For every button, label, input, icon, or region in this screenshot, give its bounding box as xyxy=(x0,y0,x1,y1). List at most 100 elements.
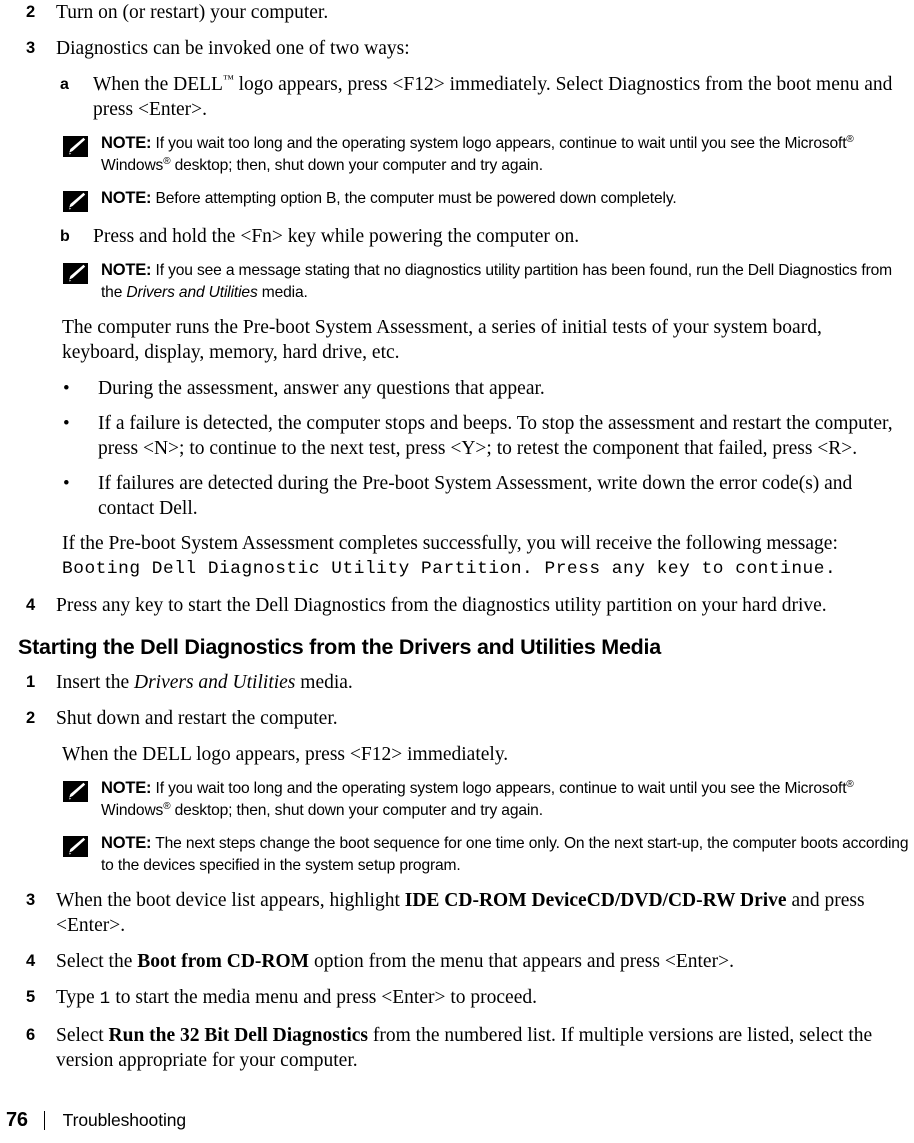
note-text: NOTE: The next steps change the boot seq… xyxy=(101,833,914,876)
list-item: 6 Select Run the 32 Bit Dell Diagnostics… xyxy=(0,1023,914,1073)
trademark-symbol: ™ xyxy=(222,73,234,86)
step-mono-value: 1 xyxy=(99,989,111,1009)
registered-symbol: ® xyxy=(846,778,854,790)
list-item: b Press and hold the <Fn> key while powe… xyxy=(0,224,914,249)
substep-text: When the DELL™ logo appears, press <F12>… xyxy=(93,72,914,122)
list-item: 4 Select the Boot from CD-ROM option fro… xyxy=(0,949,914,974)
note-callout: NOTE: If you wait too long and the opera… xyxy=(0,778,914,821)
step-text: Select Run the 32 Bit Dell Diagnostics f… xyxy=(56,1023,914,1073)
paragraph-assessment: The computer runs the Pre-boot System As… xyxy=(62,317,822,363)
substep-text-part1: When the DELL xyxy=(93,74,223,95)
document-page: 2 Turn on (or restart) your computer. 3 … xyxy=(0,0,914,1143)
step-text: Insert the Drivers and Utilities media. xyxy=(56,670,914,695)
note-label: NOTE: xyxy=(101,261,152,279)
step-bold-term: IDE CD-ROM DeviceCD/DVD/CD-RW Drive xyxy=(404,890,787,911)
pencil-note-icon xyxy=(63,263,88,284)
list-item: 2 Shut down and restart the computer. xyxy=(0,706,914,731)
page-footer: 76 Troubleshooting xyxy=(0,1097,914,1143)
step-number: 2 xyxy=(26,3,35,21)
note-text-part3: desktop; then, shut down your computer a… xyxy=(170,801,543,819)
substep-text: Press and hold the <Fn> key while poweri… xyxy=(93,226,580,247)
paragraph-dell-logo: When the DELL logo appears, press <F12> … xyxy=(62,744,509,765)
bullet-glyph: • xyxy=(63,378,70,399)
pencil-note-icon xyxy=(63,836,88,857)
pencil-note-icon xyxy=(63,136,88,157)
note-text-part1: If you wait too long and the operating s… xyxy=(151,135,847,152)
paragraph-success: If the Pre-boot System Assessment comple… xyxy=(62,531,914,582)
step-text-part1: Select xyxy=(56,1025,109,1046)
note-text: NOTE: If you wait too long and the opera… xyxy=(101,778,914,821)
note-callout: NOTE: Before attempting option B, the co… xyxy=(0,188,914,212)
step-bold-term: Run the 32 Bit Dell Diagnostics xyxy=(108,1025,369,1046)
list-item: 3 Diagnostics can be invoked one of two … xyxy=(0,36,914,61)
step-text-part1: Type xyxy=(56,987,100,1008)
footer-section-title: Troubleshooting xyxy=(62,1109,187,1130)
step-italic-title: Drivers and Utilities xyxy=(133,672,296,693)
bullet-text: During the assessment, answer any questi… xyxy=(98,378,545,399)
note-italic-title: Drivers and Utilities xyxy=(126,283,258,301)
note-label: NOTE: xyxy=(101,834,152,852)
step-text-part1: When the boot device list appears, highl… xyxy=(56,890,405,911)
pencil-note-icon xyxy=(63,781,88,802)
note-label: NOTE: xyxy=(101,189,152,207)
substep-letter: b xyxy=(60,228,70,245)
list-item: • During the assessment, answer any ques… xyxy=(0,376,914,401)
step-text-part2: to start the media menu and press <Enter… xyxy=(110,987,537,1008)
note-text-part2: media. xyxy=(257,283,308,301)
footer-separator xyxy=(43,1110,45,1130)
list-item: 5 Type 1 to start the media menu and pre… xyxy=(0,985,914,1012)
step-bold-term: Boot from CD-ROM xyxy=(137,951,310,972)
list-item: 1 Insert the Drivers and Utilities media… xyxy=(0,670,914,695)
list-item: • If a failure is detected, the computer… xyxy=(0,411,914,461)
bullet-text: If failures are detected during the Pre-… xyxy=(98,473,853,519)
registered-symbol: ® xyxy=(846,133,854,145)
note-text-body: Before attempting option B, the computer… xyxy=(151,190,677,207)
note-text: NOTE: If you wait too long and the opera… xyxy=(101,133,914,176)
note-label: NOTE: xyxy=(101,134,152,152)
note-text-part3: desktop; then, shut down your computer a… xyxy=(170,156,543,174)
step-text: Select the Boot from CD-ROM option from … xyxy=(56,949,914,974)
step-number: 1 xyxy=(26,673,35,691)
step-text: Type 1 to start the media menu and press… xyxy=(56,985,914,1012)
console-message: Booting Dell Diagnostic Utility Partitio… xyxy=(62,559,837,579)
bullet-glyph: • xyxy=(63,413,70,434)
step-number: 3 xyxy=(26,891,35,909)
list-item: 2 Turn on (or restart) your computer. xyxy=(0,0,914,25)
substep-letter: a xyxy=(60,76,69,93)
step-text: When the boot device list appears, highl… xyxy=(56,888,914,938)
step-text-part1: Select the xyxy=(56,951,138,972)
note-text-part2: Windows xyxy=(101,156,164,174)
bullet-text: If a failure is detected, the computer s… xyxy=(98,413,893,459)
step-text: Press any key to start the Dell Diagnost… xyxy=(56,595,827,616)
step-number: 5 xyxy=(26,988,35,1006)
note-label: NOTE: xyxy=(101,779,152,797)
list-item: 4 Press any key to start the Dell Diagno… xyxy=(0,593,914,618)
bullet-glyph: • xyxy=(63,473,70,494)
paragraph-success-text: If the Pre-boot System Assessment comple… xyxy=(62,533,838,554)
step-text-part1: Insert the xyxy=(56,672,134,693)
note-text-body: The next steps change the boot sequence … xyxy=(101,835,909,874)
pencil-note-icon xyxy=(63,191,88,212)
step-text-part2: media. xyxy=(295,672,353,693)
list-item: 3 When the boot device list appears, hig… xyxy=(0,888,914,938)
step-number: 4 xyxy=(26,952,35,970)
note-text: NOTE: If you see a message stating that … xyxy=(101,260,914,303)
step-text-part2: option from the menu that appears and pr… xyxy=(309,951,734,972)
step-text: Shut down and restart the computer. xyxy=(56,708,338,729)
step-number: 6 xyxy=(26,1026,35,1044)
note-text-part2: Windows xyxy=(101,801,164,819)
list-item: • If failures are detected during the Pr… xyxy=(0,471,914,521)
step-number: 3 xyxy=(26,39,35,57)
step-text: Turn on (or restart) your computer. xyxy=(56,2,329,23)
step-number: 4 xyxy=(26,596,35,614)
note-callout: NOTE: If you wait too long and the opera… xyxy=(0,133,914,176)
note-callout: NOTE: If you see a message stating that … xyxy=(0,260,914,303)
section-heading: Starting the Dell Diagnostics from the D… xyxy=(18,635,661,659)
note-text: NOTE: Before attempting option B, the co… xyxy=(101,188,914,210)
note-callout: NOTE: The next steps change the boot seq… xyxy=(0,833,914,876)
step-text: Diagnostics can be invoked one of two wa… xyxy=(56,38,410,59)
note-text-part1: If you wait too long and the operating s… xyxy=(151,780,847,797)
footer-page-number: 76 xyxy=(6,1108,28,1131)
list-item: a When the DELL™ logo appears, press <F1… xyxy=(0,72,914,122)
step-number: 2 xyxy=(26,709,35,727)
